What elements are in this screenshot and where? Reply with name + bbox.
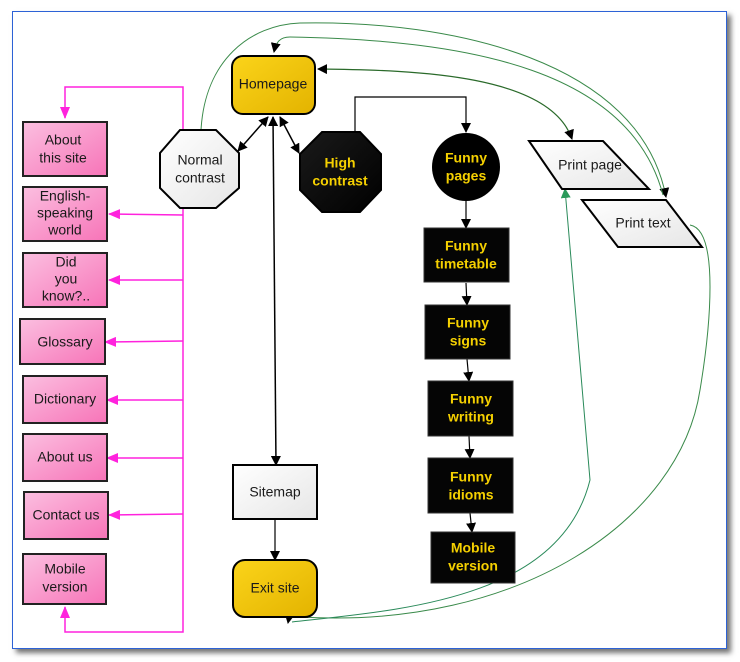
edge-homepage-print-page <box>317 64 574 140</box>
node-funny-writing[interactable]: Funny writing <box>427 380 514 437</box>
node-contact-us-label: Contact us <box>33 507 100 523</box>
node-print-text-label: Print text <box>615 215 670 231</box>
node-sitemap[interactable]: Sitemap <box>232 464 318 520</box>
node-exit-site[interactable]: Exit site <box>232 559 318 618</box>
sitemap-diagram: Homepage Normal contrast High contrast F… <box>19 22 711 633</box>
node-did-you-know-label-1: Did <box>55 254 76 270</box>
node-dictionary-label: Dictionary <box>34 391 96 407</box>
edge-normal-to-glossary <box>104 336 184 347</box>
node-homepage[interactable]: Homepage <box>231 55 316 115</box>
node-funny-idioms[interactable]: Funny idioms <box>427 457 514 514</box>
node-funny-signs-label-2: signs <box>450 333 487 349</box>
node-mobile-version-dark-label-1: Mobile <box>451 540 496 556</box>
node-sitemap-label: Sitemap <box>249 484 301 500</box>
node-english-world-label-3: world <box>47 222 81 238</box>
edge-normal-to-contact-us <box>108 509 184 520</box>
node-about-this-site[interactable]: About this site <box>22 121 108 177</box>
node-english-world-label-2: speaking <box>37 205 93 221</box>
node-about-this-site-label-1: About <box>45 132 82 148</box>
node-funny-pages[interactable]: Funny pages <box>432 133 500 201</box>
node-contact-us[interactable]: Contact us <box>23 491 109 540</box>
nodes: Homepage Normal contrast High contrast F… <box>19 55 705 618</box>
node-funny-timetable-label-2: timetable <box>435 256 497 272</box>
node-funny-writing-label-1: Funny <box>450 391 492 407</box>
edge-homepage-normal <box>237 116 269 152</box>
node-print-page[interactable]: Print page <box>527 140 652 190</box>
node-english-speaking-world[interactable]: English- speaking world <box>22 186 108 242</box>
node-exit-site-label: Exit site <box>250 580 299 596</box>
node-print-page-label: Print page <box>558 157 622 173</box>
edge-normal-to-english-world <box>108 209 184 220</box>
edge-idioms-mobile <box>466 512 477 533</box>
node-funny-timetable-label-1: Funny <box>445 238 487 254</box>
node-normal-contrast[interactable]: Normal contrast <box>159 129 240 209</box>
node-funny-idioms-label-2: idioms <box>448 487 493 503</box>
node-did-you-know-label-3: know?.. <box>42 288 90 304</box>
node-funny-idioms-label-1: Funny <box>450 469 492 485</box>
node-mobile-version-pink-label-1: Mobile <box>44 561 85 577</box>
node-about-this-site-label-2: this site <box>39 150 87 166</box>
edge-timetable-signs <box>461 282 472 306</box>
node-did-you-know[interactable]: Did you know?.. <box>22 252 108 308</box>
node-did-you-know-label-2: you <box>55 271 78 287</box>
node-funny-signs[interactable]: Funny signs <box>424 304 511 360</box>
node-glossary-label: Glossary <box>37 334 92 350</box>
node-funny-writing-label-2: writing <box>447 409 494 425</box>
node-mobile-version-dark[interactable]: Mobile version <box>430 531 516 584</box>
node-funny-pages-label-1: Funny <box>445 150 487 166</box>
node-glossary[interactable]: Glossary <box>19 318 106 365</box>
node-print-text[interactable]: Print text <box>579 199 705 248</box>
node-funny-signs-label-1: Funny <box>447 315 489 331</box>
edges <box>60 22 711 633</box>
node-about-us-label: About us <box>37 449 92 465</box>
node-about-us[interactable]: About us <box>22 433 108 482</box>
edge-writing-idioms <box>464 435 475 459</box>
node-normal-contrast-label-1: Normal <box>177 152 222 168</box>
node-mobile-version-pink-label-2: version <box>42 579 87 595</box>
edge-homepage-sitemap <box>268 116 281 466</box>
edge-signs-writing <box>463 358 474 382</box>
node-high-contrast-label-1: High <box>324 155 355 171</box>
node-homepage-label: Homepage <box>239 76 308 92</box>
node-mobile-version-pink[interactable]: Mobile version <box>22 553 107 605</box>
node-normal-contrast-label-2: contrast <box>175 170 225 186</box>
edge-high-to-funny <box>354 96 471 133</box>
node-mobile-version-dark-label-2: version <box>448 558 498 574</box>
node-funny-pages-label-2: pages <box>446 168 487 184</box>
node-dictionary[interactable]: Dictionary <box>22 375 108 424</box>
node-english-world-label-1: English- <box>40 188 91 204</box>
edge-homepage-high <box>279 116 300 154</box>
node-high-contrast-label-2: contrast <box>312 173 368 189</box>
node-high-contrast[interactable]: High contrast <box>299 131 382 213</box>
node-funny-timetable[interactable]: Funny timetable <box>423 227 510 283</box>
